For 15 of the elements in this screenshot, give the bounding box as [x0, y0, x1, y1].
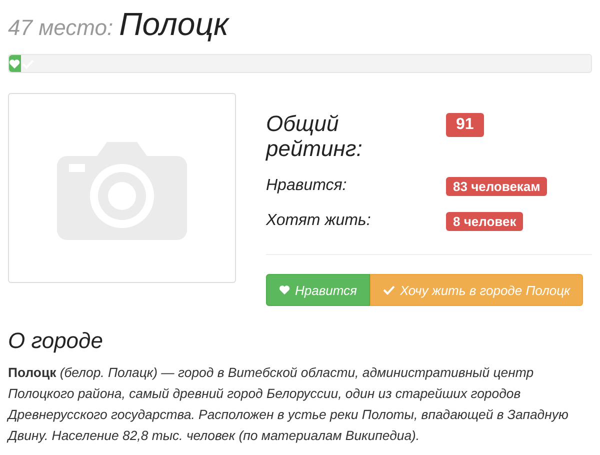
- stat-label: Хотят жить:: [266, 211, 372, 231]
- heart-icon: [279, 285, 290, 295]
- rank-label: 47 место:: [8, 15, 114, 41]
- stat-label: Общий рейтинг:: [266, 111, 364, 161]
- stat-badge: 83 человекам: [446, 177, 548, 196]
- check-icon: [22, 58, 34, 68]
- stat-badge: 8 человек: [446, 212, 524, 231]
- section-title: О городе: [8, 328, 104, 354]
- stat-label: Нравится:: [266, 176, 348, 196]
- check-icon: [383, 285, 395, 295]
- stat-badge: 91: [446, 113, 484, 137]
- city-title: Полоцк: [119, 6, 229, 43]
- want-to-live-button[interactable]: Хочу жить в городе Полоцк: [370, 274, 584, 306]
- city-description: Полоцк (белор. Полацк) — город в Витебской области, административный центр Полоцкого района, самый древний город Белоруссии, один из старейших городов Древнерусского государства. Расположен в устье реки Полоты, впадающей в Западную Двину. Население 82,8 тыс. человек (по материалам Википедиа).: [8, 364, 570, 445]
- like-button[interactable]: Нравится: [266, 274, 370, 306]
